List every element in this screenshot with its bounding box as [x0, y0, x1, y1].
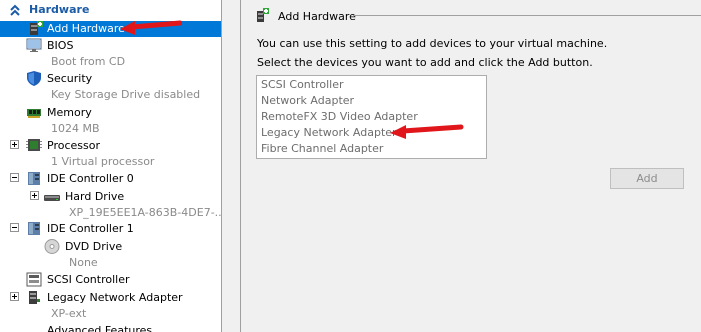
tree-item-bios[interactable]: BIOS: [0, 38, 221, 54]
network-adapter-icon: [29, 291, 40, 304]
tree-item-label: Add Hardware: [47, 22, 125, 35]
hardware-section-header[interactable]: Hardware: [0, 0, 221, 20]
tree-item-hard-drive[interactable]: Hard Drive: [0, 189, 221, 205]
monitor-icon: [26, 38, 42, 52]
tree-item-detail: None: [69, 256, 98, 269]
expand-icon[interactable]: [10, 140, 19, 149]
expand-icon[interactable]: [10, 292, 19, 301]
tree-item-label: Processor: [47, 139, 100, 152]
controller-icon: [28, 172, 40, 185]
tree-item-detail: 1024 MB: [51, 122, 100, 135]
annotation-arrow-icon: [390, 124, 464, 139]
add-button[interactable]: Add: [610, 168, 684, 189]
double-chevron-up-icon[interactable]: [9, 4, 21, 16]
tree-item-processor[interactable]: Processor: [0, 138, 221, 154]
pane-splitter[interactable]: [221, 0, 241, 332]
device-option-scsi-controller[interactable]: SCSI Controller: [261, 78, 344, 91]
hard-drive-icon: [44, 195, 60, 201]
tree-item-detail: XP_19E5EE1A-863B-4DE7-...: [69, 206, 221, 219]
dvd-disc-icon: [44, 239, 60, 254]
tree-item-advanced-features[interactable]: Advanced Features: [0, 323, 221, 332]
memory-chip-icon: [27, 109, 41, 118]
tree-item-label: Hard Drive: [65, 190, 125, 203]
shield-icon: [27, 71, 41, 86]
collapse-icon[interactable]: [10, 223, 19, 232]
tree-item-detail: XP-ext: [51, 307, 87, 320]
tree-item-label: Advanced Features: [47, 324, 153, 332]
group-title: Add Hardware: [278, 10, 356, 23]
tree-item-dvd-drive[interactable]: DVD Drive: [0, 239, 221, 255]
tree-item-label: Legacy Network Adapter: [47, 291, 183, 304]
tree-item-detail: 1 Virtual processor: [51, 155, 155, 168]
tree-item-label: IDE Controller 1: [47, 222, 134, 235]
device-option-network-adapter[interactable]: Network Adapter: [261, 94, 354, 107]
tree-item-security[interactable]: Security: [0, 71, 221, 87]
tree-item-add-hardware[interactable]: Add Hardware: [0, 21, 221, 37]
device-list[interactable]: SCSI Controller Network Adapter RemoteFX…: [256, 75, 487, 159]
tree-item-memory[interactable]: Memory: [0, 105, 221, 121]
tree-item-scsi-controller[interactable]: SCSI Controller: [0, 272, 221, 288]
tree-item-label: DVD Drive: [65, 240, 123, 253]
scsi-controller-icon: [26, 272, 42, 287]
tree-item-label: SCSI Controller: [47, 273, 130, 286]
processor-chip-icon: [26, 139, 42, 151]
instruction-text: Select the devices you want to add and c…: [257, 56, 593, 69]
expand-icon[interactable]: [30, 191, 39, 200]
device-option-legacy-network-adapter[interactable]: Legacy Network Adapter: [261, 126, 397, 139]
device-option-fibre-channel-adapter[interactable]: Fibre Channel Adapter: [261, 142, 383, 155]
hardware-section-title: Hardware: [29, 3, 90, 16]
tree-item-detail: Boot from CD: [51, 55, 126, 68]
add-hardware-icon: [257, 8, 269, 22]
settings-pane: Add Hardware You can use this setting to…: [241, 0, 701, 332]
controller-icon: [28, 222, 40, 235]
tree-item-ide-controller-0[interactable]: IDE Controller 0: [0, 171, 221, 187]
tree-item-legacy-network-adapter[interactable]: Legacy Network Adapter: [0, 290, 221, 306]
tree-item-label: IDE Controller 0: [47, 172, 134, 185]
collapse-icon[interactable]: [10, 173, 19, 182]
tree-item-label: Memory: [47, 106, 92, 119]
add-hardware-icon: [30, 21, 43, 35]
group-divider: [353, 15, 701, 16]
tree-item-label: Security: [47, 72, 93, 85]
tree-item-ide-controller-1[interactable]: IDE Controller 1: [0, 221, 221, 237]
tree-item-label: BIOS: [47, 39, 74, 52]
tree-item-detail: Key Storage Drive disabled: [51, 88, 201, 101]
annotation-arrow-icon: [120, 20, 182, 35]
description-text: You can use this setting to add devices …: [257, 37, 608, 50]
hardware-tree-pane: Hardware Add Hardware BIOS Boot from CD …: [0, 0, 221, 332]
